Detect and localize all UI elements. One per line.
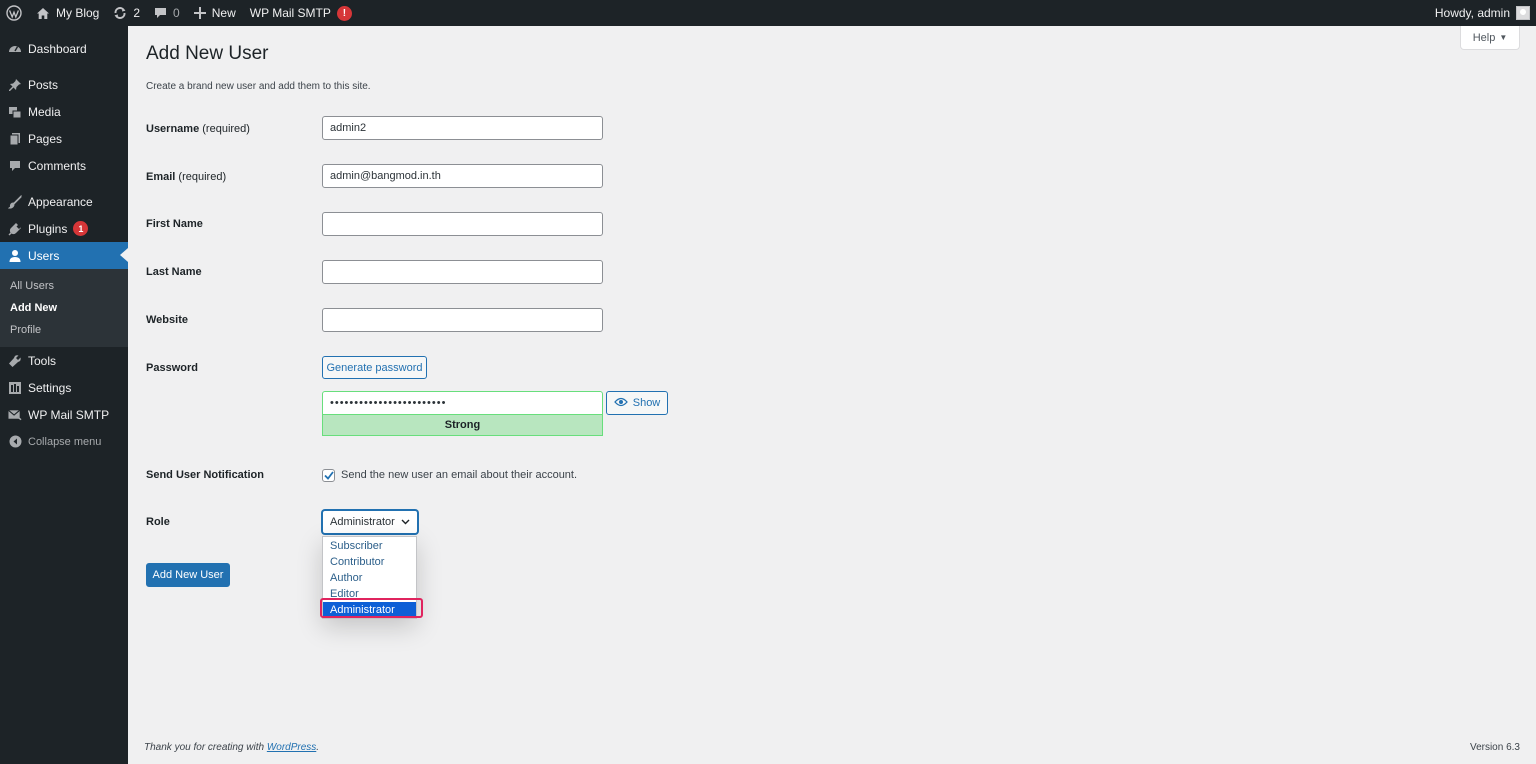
- role-dropdown-list: Subscriber Contributor Author Editor Adm…: [322, 536, 417, 619]
- website-label: Website: [146, 314, 188, 326]
- sidebar-item-comments[interactable]: Comments: [0, 152, 128, 179]
- checkmark-icon: [323, 468, 334, 483]
- new-label: New: [211, 6, 236, 20]
- send-notification-label: Send User Notification: [146, 469, 264, 481]
- eye-icon: [613, 397, 628, 410]
- username-input[interactable]: [322, 116, 603, 140]
- user-icon: [8, 249, 22, 263]
- chevron-down-icon: [401, 516, 410, 528]
- sidebar-item-tools[interactable]: Tools: [0, 347, 128, 374]
- avatar: [1516, 6, 1530, 20]
- updates-count: 2: [133, 6, 141, 20]
- role-option-administrator[interactable]: Administrator: [323, 602, 416, 618]
- role-label: Role: [146, 516, 170, 528]
- wp-mail-smtp-menu[interactable]: WP Mail SMTP !: [243, 0, 359, 26]
- password-strength-indicator: Strong: [322, 415, 603, 436]
- new-content-menu[interactable]: New: [187, 0, 243, 26]
- wp-mail-smtp-label: WP Mail SMTP: [249, 6, 331, 20]
- caret-down-icon: ▼: [1499, 33, 1508, 42]
- collapse-menu-button[interactable]: Collapse menu: [0, 428, 128, 455]
- admin-sidebar: Dashboard Posts Media Pages Comments App…: [0, 26, 128, 764]
- comments-menu[interactable]: 0: [147, 0, 187, 26]
- my-account-menu[interactable]: Howdy, admin: [1435, 6, 1536, 20]
- last-name-label: Last Name: [146, 266, 202, 278]
- updates-icon: [113, 6, 127, 20]
- email-input[interactable]: [322, 164, 603, 188]
- sidebar-item-users[interactable]: Users: [0, 242, 128, 269]
- pin-icon: [8, 78, 22, 92]
- footer-version: Version 6.3: [1469, 742, 1520, 753]
- send-notification-checkbox[interactable]: [322, 469, 335, 482]
- first-name-input[interactable]: [322, 212, 603, 236]
- plugins-update-badge: 1: [73, 221, 89, 236]
- comment-bubble-icon: [154, 7, 167, 19]
- role-option-subscriber[interactable]: Subscriber: [323, 538, 416, 554]
- page-title: Add New User: [146, 43, 269, 64]
- email-label: Email (required): [146, 171, 227, 183]
- comments-count: 0: [173, 6, 180, 20]
- submenu-all-users[interactable]: All Users: [0, 275, 128, 297]
- submenu-profile[interactable]: Profile: [0, 319, 128, 341]
- home-icon: [36, 7, 50, 20]
- help-tab-button[interactable]: Help ▼: [1460, 26, 1520, 50]
- mail-icon: [8, 408, 22, 422]
- role-option-author[interactable]: Author: [323, 570, 416, 586]
- website-input[interactable]: [322, 308, 603, 332]
- sidebar-item-plugins[interactable]: Plugins 1: [0, 215, 128, 242]
- main-content: Help ▼ Add New User Create a brand new u…: [128, 26, 1536, 764]
- role-select[interactable]: Administrator: [322, 510, 418, 534]
- comments-icon: [8, 159, 22, 173]
- site-name-menu[interactable]: My Blog: [29, 0, 106, 26]
- generate-password-button[interactable]: Generate password: [322, 356, 427, 379]
- password-label: Password: [146, 362, 198, 374]
- sidebar-item-appearance[interactable]: Appearance: [0, 188, 128, 215]
- sidebar-item-wp-mail-smtp[interactable]: WP Mail SMTP: [0, 401, 128, 428]
- greeting: Howdy, admin: [1434, 6, 1510, 20]
- users-submenu: All Users Add New Profile: [0, 269, 128, 347]
- sidebar-item-dashboard[interactable]: Dashboard: [0, 35, 128, 62]
- plus-icon: [193, 7, 206, 19]
- submenu-add-new[interactable]: Add New: [0, 297, 128, 319]
- footer-thanks: Thank you for creating with WordPress.: [144, 742, 320, 753]
- role-option-editor[interactable]: Editor: [323, 586, 416, 602]
- role-option-contributor[interactable]: Contributor: [323, 554, 416, 570]
- updates-menu[interactable]: 2: [106, 0, 147, 26]
- show-password-button[interactable]: Show: [606, 391, 668, 415]
- site-name: My Blog: [56, 6, 100, 20]
- pages-icon: [8, 132, 22, 146]
- page-description: Create a brand new user and add them to …: [146, 81, 371, 92]
- wrench-icon: [8, 354, 22, 368]
- sidebar-item-posts[interactable]: Posts: [0, 71, 128, 98]
- sidebar-item-pages[interactable]: Pages: [0, 125, 128, 152]
- plugin-icon: [8, 222, 22, 236]
- admin-bar: My Blog 2 0 New WP Mail SMTP ! Howdy, ad…: [0, 0, 1536, 26]
- wordpress-link[interactable]: WordPress: [267, 742, 316, 753]
- sidebar-item-settings[interactable]: Settings: [0, 374, 128, 401]
- alert-badge: !: [336, 5, 352, 21]
- media-icon: [8, 105, 22, 119]
- send-notification-text: Send the new user an email about their a…: [341, 469, 578, 481]
- wordpress-logo-menu[interactable]: [0, 0, 29, 26]
- collapse-arrow-icon: [8, 435, 22, 449]
- add-new-user-button[interactable]: Add New User: [146, 563, 230, 587]
- dashboard-icon: [8, 42, 22, 56]
- password-input[interactable]: ••••••••••••••••••••••••: [322, 391, 603, 415]
- username-label: Username (required): [146, 123, 250, 135]
- wordpress-logo-icon: [6, 5, 22, 21]
- settings-icon: [8, 381, 22, 395]
- sidebar-item-media[interactable]: Media: [0, 98, 128, 125]
- first-name-label: First Name: [146, 218, 203, 230]
- last-name-input[interactable]: [322, 260, 603, 284]
- brush-icon: [8, 194, 22, 209]
